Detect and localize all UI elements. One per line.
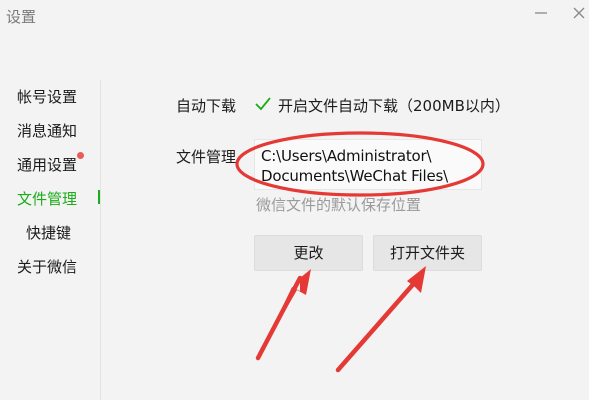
save-path-field: C:\Users\Administrator\ Documents\WeChat…: [254, 139, 482, 190]
sidebar-item-account[interactable]: 帐号设置: [17, 86, 77, 107]
file-management-label: 文件管理: [176, 148, 237, 166]
window-title: 设置: [6, 8, 37, 26]
auto-download-checkbox[interactable]: [254, 95, 272, 113]
title-bar: 设置: [0, 0, 589, 34]
sidebar-item-file-management[interactable]: 文件管理: [17, 188, 77, 209]
auto-download-text: 开启文件自动下载（200MB以内）: [278, 97, 510, 115]
sidebar-divider: [100, 80, 101, 400]
sidebar-item-about[interactable]: 关于微信: [17, 256, 77, 277]
save-path-line-1: C:\Users\Administrator\: [261, 147, 432, 165]
save-path-line-2: Documents\WeChat Files\: [261, 167, 448, 185]
check-icon: [255, 97, 271, 111]
auto-download-label: 自动下载: [176, 97, 237, 115]
change-button[interactable]: 更改: [254, 235, 363, 271]
minimize-button[interactable]: [522, 0, 562, 26]
active-indicator: [98, 190, 100, 204]
sidebar-item-notifications[interactable]: 消息通知: [17, 120, 77, 141]
notification-dot: [77, 152, 84, 159]
open-folder-button[interactable]: 打开文件夹: [373, 235, 482, 271]
arrow-to-change-button: [255, 269, 311, 361]
close-button[interactable]: [560, 0, 589, 26]
arrow-to-open-folder-button: [335, 266, 426, 373]
close-icon: [573, 7, 585, 19]
save-path-hint: 微信文件的默认保存位置: [256, 196, 422, 214]
minimize-icon: [535, 12, 547, 14]
sidebar-item-general[interactable]: 通用设置: [17, 154, 77, 175]
sidebar-item-shortcuts[interactable]: 快捷键: [26, 222, 71, 243]
